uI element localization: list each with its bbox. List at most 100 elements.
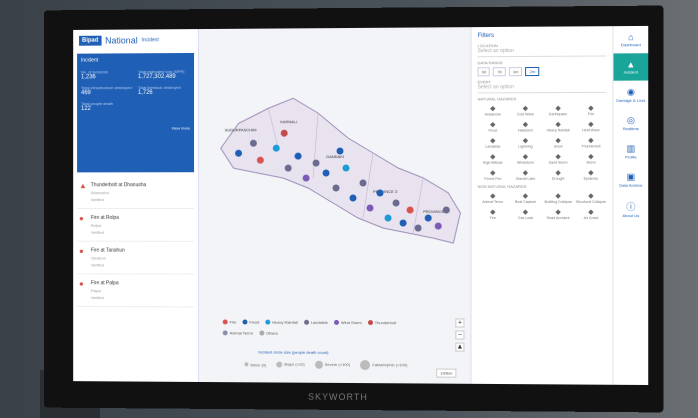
hazard-filter-item[interactable]: ◆ Thunderbolt <box>576 136 607 148</box>
hazard-filter-item[interactable]: ◆ Building Collapse <box>543 192 574 204</box>
summary-box: Incident No. of incidents 1,236 Total est… <box>77 52 195 173</box>
incident-marker[interactable] <box>414 224 422 232</box>
incident-marker[interactable] <box>295 152 303 160</box>
scale-bar: 100km <box>436 368 457 378</box>
incident-marker[interactable] <box>391 199 400 207</box>
hazard-filter-item[interactable]: ◆ Glacial Lake <box>510 169 541 181</box>
hazard-icon: ◆ <box>522 121 529 129</box>
zoom-out-button[interactable]: − <box>455 330 465 340</box>
incident-marker[interactable] <box>424 214 432 222</box>
incident-marker[interactable] <box>285 165 293 173</box>
north-icon[interactable]: ▲ <box>455 342 465 352</box>
incident-marker[interactable] <box>434 222 442 230</box>
hazard-filter-item[interactable]: ◆ Air Crash <box>576 208 607 220</box>
fire-icon: ● <box>79 279 84 289</box>
hazard-filter-item[interactable]: ◆ Epidemic <box>576 169 607 181</box>
range-7d-button[interactable]: 7d <box>493 67 506 77</box>
nav-realtime[interactable]: ◎ Realtime <box>614 109 649 137</box>
incident-marker[interactable] <box>303 174 311 182</box>
hazard-icon: ◆ <box>522 105 529 113</box>
incident-marker[interactable] <box>257 157 265 165</box>
view-more-link[interactable]: View more <box>81 126 191 131</box>
hazard-filter-item[interactable]: ◆ Forest Fire <box>478 169 509 181</box>
incident-marker[interactable] <box>281 130 289 138</box>
nav-dashboard[interactable]: ⌂ Dashboard <box>614 26 649 54</box>
range-2m-button[interactable]: 2m <box>525 66 540 77</box>
app-logo[interactable]: Bipad <box>79 35 102 46</box>
hazard-filter-item[interactable]: ◆ Lightning <box>510 136 541 149</box>
incident-marker[interactable] <box>384 214 392 222</box>
event-select[interactable]: Select an option <box>477 83 607 94</box>
hazard-filter-item[interactable]: ◆ Animal Terror <box>478 192 509 204</box>
hazard-filter-item[interactable]: ◆ Cold Wave <box>510 104 541 116</box>
hazard-icon: ◆ <box>490 105 496 113</box>
list-item[interactable]: ▲ Thunderbolt at Dhanusha Dhanusha Verified <box>77 176 195 209</box>
nav-incident[interactable]: ▲ Incident <box>613 53 649 81</box>
hazard-filter-item[interactable]: ◆ Gas Leak <box>510 208 541 220</box>
nav-profile[interactable]: ▥ Profile <box>614 137 649 165</box>
incident-marker[interactable] <box>336 147 344 155</box>
hazard-filter-item[interactable]: ◆ Earthquake <box>543 104 574 116</box>
incident-marker[interactable] <box>406 206 414 214</box>
incident-marker[interactable] <box>273 145 281 153</box>
incident-marker[interactable] <box>313 159 320 167</box>
hazard-filter-item[interactable]: ◆ Fire <box>478 208 509 220</box>
range-1m-button[interactable]: 1m <box>508 67 523 77</box>
hazard-filter-item[interactable]: ◆ Flood <box>478 120 509 133</box>
incident-marker[interactable] <box>250 140 258 148</box>
nav-damage-loss[interactable]: ◉ Damage & Loss <box>614 81 649 109</box>
incident-marker[interactable] <box>376 189 384 197</box>
hazard-icon: ◆ <box>588 209 594 217</box>
hazard-icon: ◆ <box>555 192 561 200</box>
incident-marker[interactable] <box>349 194 357 202</box>
hazard-filter-item[interactable]: ◆ Snow <box>543 136 574 148</box>
stat-death: Total people death 122 <box>81 101 114 113</box>
incident-marker[interactable] <box>442 206 450 214</box>
zoom-in-button[interactable]: + <box>455 318 465 328</box>
hazard-filter-item[interactable]: ◆ Storm <box>576 152 607 164</box>
incident-marker[interactable] <box>235 149 243 157</box>
natural-hazards-label: NATURAL HAZARDS <box>477 96 517 102</box>
range-3d-button[interactable]: 3d <box>477 67 491 77</box>
hazard-icon: ◆ <box>588 105 594 113</box>
hazard-filter-item[interactable]: ◆ Drought <box>543 169 574 181</box>
hazard-legend: Fire Flood Heavy Rainfall Landslide Wind… <box>222 319 422 336</box>
hazard-filter-item[interactable]: ◆ High Altitude <box>478 153 509 165</box>
hazard-icon: ◆ <box>490 169 496 177</box>
hazard-filter-item[interactable]: ◆ Fire <box>576 104 607 116</box>
hazard-filter-item[interactable]: ◆ Heavy Rainfall <box>543 120 574 132</box>
incident-marker[interactable] <box>332 184 340 192</box>
incident-marker[interactable] <box>342 164 350 172</box>
incident-marker[interactable] <box>398 219 407 227</box>
size-major: Major (<10) <box>276 361 305 368</box>
hazard-icon: ◆ <box>490 153 496 161</box>
hazard-filter-item[interactable]: ◆ Sand Storm <box>543 153 574 165</box>
incident-marker[interactable] <box>322 169 330 177</box>
map-controls: + − ▲ <box>455 318 465 352</box>
hazard-filter-item[interactable]: ◆ Structural Collapse <box>576 192 607 204</box>
list-item[interactable]: ● Fire at Rolpa Rolpa Verified <box>77 209 195 242</box>
incident-list: ▲ Thunderbolt at Dhanusha Dhanusha Verified… <box>73 172 198 311</box>
hazard-filter-item[interactable]: ◆ Windstorm <box>510 153 541 165</box>
nepal-map[interactable]: SUDURPASCHIM KARNALI GANDAKI PROVINCE 3 … <box>199 27 471 318</box>
list-item[interactable]: ● Fire at Palpa Palpa Verified <box>77 274 195 308</box>
hazard-icon: ◆ <box>555 153 561 161</box>
stat-loss: Total estimated loss (NPR) 1,727,302,489 <box>137 68 185 81</box>
hazard-filter-item[interactable]: ◆ Landslide <box>478 137 509 149</box>
hazard-filter-item[interactable]: ◆ Heat Wave <box>576 120 607 132</box>
map-area[interactable]: SUDURPASCHIM KARNALI GANDAKI PROVINCE 3 … <box>199 27 471 384</box>
nav-data-archive[interactable]: ▣ Data Archive <box>614 166 649 194</box>
location-select[interactable]: Select an option <box>477 47 607 58</box>
incident-marker[interactable] <box>359 179 367 187</box>
hazard-filter-item[interactable]: ◆ Boat Capsize <box>510 192 541 204</box>
tv-brand: SKYWORTH <box>308 391 368 403</box>
hazard-icon: ◆ <box>522 169 529 177</box>
hazard-icon: ◆ <box>588 192 594 200</box>
nav-about[interactable]: ⓘ About Us <box>614 194 649 224</box>
hazard-filter-item[interactable]: ◆ Hailstorm <box>510 120 541 132</box>
list-item[interactable]: ● Fire at Tanahun Tanahun Verified <box>77 241 195 275</box>
filter-title: Filters <box>477 33 495 40</box>
hazard-filter-item[interactable]: ◆ Avalanche <box>478 104 509 116</box>
incident-marker[interactable] <box>366 204 374 212</box>
hazard-filter-item[interactable]: ◆ Road Accident <box>543 208 574 220</box>
